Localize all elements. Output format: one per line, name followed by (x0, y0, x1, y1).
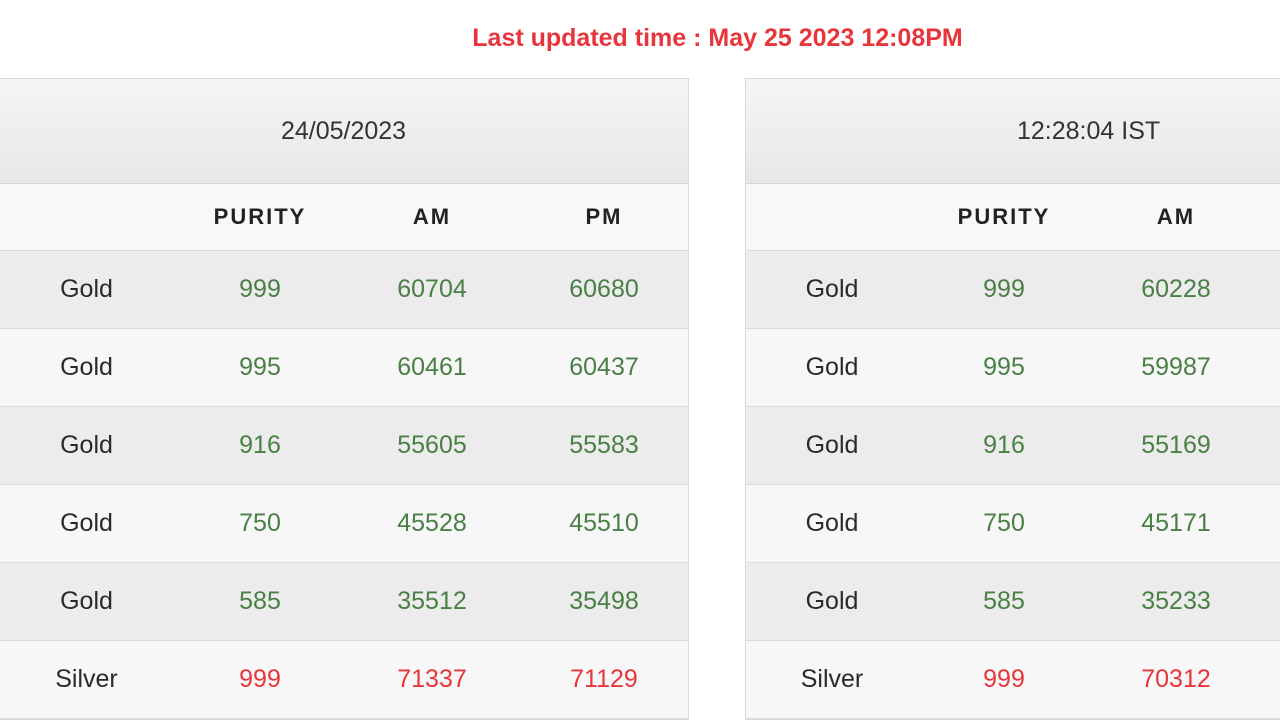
table-row: Silver 999 70312 (746, 640, 1280, 719)
table-row: Gold 995 59987 (746, 328, 1280, 407)
am-rate-cell: 60704 (346, 250, 518, 329)
panel-date: 24/05/2023 (280, 116, 407, 145)
spacer-cell (1262, 328, 1280, 407)
rates-table: PURITY AM PM Gold 999 60704 60680 Gold 9… (0, 184, 688, 719)
pm-rate-cell: 71129 (518, 640, 688, 719)
panel-time: 12:28:04 IST (1017, 116, 1161, 145)
column-header-metal (746, 184, 918, 251)
panel-header: 24/05/2023 (0, 79, 688, 184)
purity-cell: 750 (174, 484, 346, 563)
purity-cell: 750 (918, 484, 1090, 563)
am-rate-cell: 70312 (1090, 640, 1262, 719)
spacer-cell (1262, 250, 1280, 329)
am-rate-cell: 45528 (346, 484, 518, 563)
spacer-cell (1262, 562, 1280, 641)
table-row: Gold 995 60461 60437 (0, 328, 688, 407)
spacer-cell (1262, 640, 1280, 719)
spacer-cell (1262, 484, 1280, 563)
pm-rate-cell: 60680 (518, 250, 688, 329)
metal-cell: Gold (746, 406, 918, 485)
am-rate-cell: 59987 (1090, 328, 1262, 407)
purity-cell: 999 (918, 250, 1090, 329)
last-updated-time: Last updated time : May 25 2023 12:08PM (472, 24, 963, 52)
purity-cell: 995 (174, 328, 346, 407)
live-rates-panel: 12:28:04 IST PURITY AM Gold 999 60228 Go… (745, 78, 1280, 720)
table-row: Gold 999 60704 60680 (0, 250, 688, 329)
metal-cell: Gold (0, 484, 174, 563)
table-row: Gold 916 55169 (746, 406, 1280, 485)
rates-table: PURITY AM Gold 999 60228 Gold 995 59987 (746, 184, 1280, 719)
am-rate-cell: 55605 (346, 406, 518, 485)
purity-cell: 999 (918, 640, 1090, 719)
column-header-metal (0, 184, 174, 251)
column-header-am: AM (346, 184, 518, 251)
table-row: Silver 999 71337 71129 (0, 640, 688, 719)
purity-cell: 585 (918, 562, 1090, 641)
pm-rate-cell: 35498 (518, 562, 688, 641)
pm-rate-cell: 45510 (518, 484, 688, 563)
spacer-cell (1262, 406, 1280, 485)
metal-cell: Gold (746, 484, 918, 563)
purity-cell: 999 (174, 250, 346, 329)
metal-cell: Gold (746, 328, 918, 407)
am-rate-cell: 60228 (1090, 250, 1262, 329)
am-rate-cell: 60461 (346, 328, 518, 407)
am-rate-cell: 55169 (1090, 406, 1262, 485)
table-row: Gold 750 45528 45510 (0, 484, 688, 563)
column-header-spacer (1262, 184, 1280, 251)
table-row: Gold 750 45171 (746, 484, 1280, 563)
am-rate-cell: 35233 (1090, 562, 1262, 641)
metal-cell: Gold (746, 562, 918, 641)
column-header-pm: PM (518, 184, 688, 251)
table-row: Gold 585 35233 (746, 562, 1280, 641)
table-header-row: PURITY AM PM (0, 184, 688, 251)
am-rate-cell: 35512 (346, 562, 518, 641)
metal-cell: Gold (0, 250, 174, 329)
metal-cell: Gold (746, 250, 918, 329)
table-row: Gold 999 60228 (746, 250, 1280, 329)
column-header-purity: PURITY (918, 184, 1090, 251)
column-header-am: AM (1090, 184, 1262, 251)
purity-cell: 995 (918, 328, 1090, 407)
table-header-row: PURITY AM (746, 184, 1280, 251)
rates-page: Last updated time : May 25 2023 12:08PM … (0, 0, 1280, 720)
metal-cell: Gold (0, 328, 174, 407)
purity-cell: 585 (174, 562, 346, 641)
metal-cell: Silver (746, 640, 918, 719)
panel-header: 12:28:04 IST (746, 79, 1280, 184)
previous-day-rates-panel: 24/05/2023 PURITY AM PM Gold 999 60704 6… (0, 78, 689, 720)
pm-rate-cell: 55583 (518, 406, 688, 485)
purity-cell: 916 (918, 406, 1090, 485)
purity-cell: 916 (174, 406, 346, 485)
pm-rate-cell: 60437 (518, 328, 688, 407)
am-rate-cell: 71337 (346, 640, 518, 719)
metal-cell: Gold (0, 562, 174, 641)
table-row: Gold 585 35512 35498 (0, 562, 688, 641)
purity-cell: 999 (174, 640, 346, 719)
metal-cell: Gold (0, 406, 174, 485)
table-row: Gold 916 55605 55583 (0, 406, 688, 485)
metal-cell: Silver (0, 640, 174, 719)
column-header-purity: PURITY (174, 184, 346, 251)
am-rate-cell: 45171 (1090, 484, 1262, 563)
